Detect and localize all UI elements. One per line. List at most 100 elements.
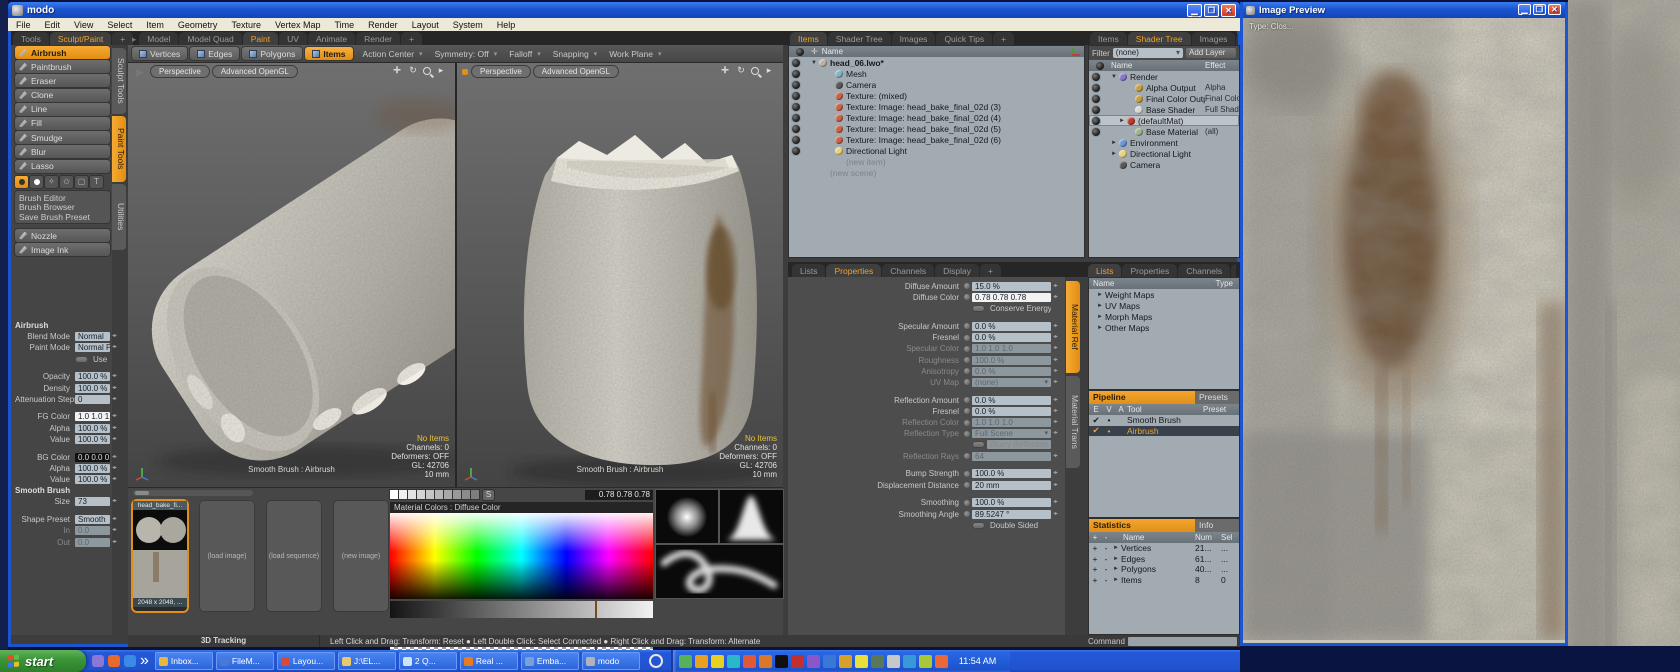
tray-icon[interactable] (743, 655, 756, 668)
load-sequence-cell[interactable]: (load sequence) (267, 501, 321, 611)
stepper-icon[interactable] (112, 395, 119, 404)
property-row[interactable] (788, 491, 1063, 497)
panel-tab[interactable]: Items (1090, 32, 1127, 45)
taskbar-task[interactable]: modo (582, 652, 640, 670)
channel-dot-icon[interactable] (964, 482, 970, 488)
eye-icon[interactable] (792, 147, 800, 155)
property-row[interactable]: Value 100.0 % (15, 434, 110, 445)
expand-arrow-icon[interactable]: ► (1111, 556, 1121, 562)
paint-tool-button[interactable]: Eraser (15, 74, 110, 87)
plus-icon[interactable]: + (1089, 554, 1101, 564)
expand-arrow-icon[interactable]: ► (1097, 314, 1105, 320)
property-row[interactable] (15, 365, 110, 371)
brush-tip-square-icon[interactable]: ▢ (75, 176, 88, 188)
panel-tab[interactable]: Display (935, 264, 979, 277)
layout-tab[interactable]: Model (139, 32, 178, 45)
panel-tab[interactable]: Channels (1178, 264, 1230, 277)
toolbar-dropdown[interactable]: Action Center (357, 47, 429, 60)
tray-icon[interactable] (871, 655, 884, 668)
panel-tab[interactable]: + (993, 32, 1014, 45)
taskbar-task[interactable]: FileM... (216, 652, 274, 670)
load-image-cell[interactable]: (load image) (200, 501, 254, 611)
shader-tree-row[interactable]: Base Shader Full Shading (1089, 104, 1239, 115)
toolbar-dropdown[interactable]: Falloff (503, 47, 547, 60)
taskbar-task[interactable]: J:\EL... (338, 652, 396, 670)
thumb-scrollbar[interactable] (133, 490, 253, 496)
statistics-row[interactable]: + - ► Polygons 40... ... (1089, 564, 1239, 575)
expand-arrow-icon[interactable]: ► (1111, 140, 1119, 146)
menu-item[interactable]: Help (497, 20, 516, 30)
add-layer-button[interactable]: Add Layer (1186, 48, 1236, 58)
statistics-row[interactable]: + - ► Items 8 0 (1089, 575, 1239, 586)
panel-tab[interactable]: Properties (826, 264, 881, 277)
tray-icon[interactable] (679, 655, 692, 668)
renderer-pill[interactable]: Advanced OpenGL (213, 66, 297, 77)
panel-tab[interactable]: Items (790, 32, 827, 45)
selection-mode-button[interactable]: Items (305, 47, 352, 60)
pipeline-row[interactable]: ✔ • Airbrush (1089, 426, 1239, 437)
layout-tab[interactable]: Tools (13, 32, 49, 45)
menu-item[interactable]: Texture (231, 20, 261, 30)
tab-scroll-icon[interactable]: ▸ (129, 34, 139, 45)
pan-icon[interactable]: ✛ (391, 65, 403, 76)
item-tree-row[interactable]: Texture: Image: head_bake_final_02d (6) (789, 134, 1084, 145)
layout-tab[interactable]: Sculpt/Paint (50, 32, 111, 45)
statistics-row[interactable]: + - ► Edges 61... ... (1089, 554, 1239, 565)
shader-tree-row[interactable]: Final Color Output Final Color (1089, 93, 1239, 104)
minus-icon[interactable]: - (1101, 554, 1111, 564)
eye-icon[interactable] (1092, 117, 1100, 125)
tray-icon[interactable] (727, 655, 740, 668)
list-row[interactable]: ►UV Maps (1089, 300, 1239, 311)
property-row[interactable]: Size 73 (15, 497, 110, 508)
brush-falloff-preview[interactable] (720, 490, 783, 543)
tray-icon[interactable] (759, 655, 772, 668)
plus-icon[interactable]: + (1089, 575, 1101, 585)
brush-tip-round[interactable] (15, 176, 28, 188)
paint-tool-button[interactable]: Smudge (15, 131, 110, 144)
toggle-knob[interactable] (75, 356, 88, 363)
color-swatch[interactable] (462, 490, 470, 499)
minus-icon[interactable]: - (1101, 564, 1111, 574)
property-row[interactable]: Reflection Amount 0.0 % (788, 395, 1063, 406)
expand-arrow-icon[interactable]: ► (1111, 545, 1121, 551)
shader-tree-row[interactable]: ►Directional Light (1089, 148, 1239, 159)
sidebar-vtab[interactable]: Paint Tools (112, 116, 126, 182)
brush-link[interactable]: Brush Editor (19, 193, 106, 203)
presets-button[interactable]: Presets (1195, 391, 1239, 404)
color-swatch[interactable] (453, 490, 461, 499)
eye-icon[interactable] (792, 103, 800, 111)
stepper-icon[interactable] (112, 343, 119, 352)
menu-item[interactable]: Layout (412, 20, 439, 30)
paint-tool-button[interactable]: Airbrush (15, 46, 110, 59)
stepper-icon[interactable] (1053, 367, 1060, 376)
expand-arrow-icon[interactable]: ▼ (811, 60, 819, 66)
viewport-corner-icon[interactable]: ▸ (133, 63, 147, 82)
item-tree-row[interactable]: ▼head_06.lwo* (789, 57, 1084, 68)
panel-tab[interactable]: Images (892, 32, 936, 45)
property-row[interactable]: FG Color 1.0 1.0 1.0 (15, 412, 110, 423)
property-row[interactable]: Bump Strength 100.0 % (788, 469, 1063, 480)
list-row[interactable]: ►Morph Maps (1089, 311, 1239, 322)
taskbar-task[interactable]: 2 Q... (399, 652, 457, 670)
menu-item[interactable]: Edit (45, 20, 61, 30)
expand-icon[interactable]: ▸ (435, 65, 447, 76)
property-row[interactable] (15, 405, 110, 411)
stepper-icon[interactable] (112, 332, 119, 341)
property-row[interactable]: Smoothing 100.0 % (788, 498, 1063, 509)
close-button[interactable]: ✕ (1548, 4, 1561, 15)
property-row[interactable]: Specular Color 1.0 1.0 1.0 (788, 344, 1063, 355)
menu-item[interactable]: Render (368, 20, 398, 30)
enabled-check-icon[interactable]: ✔ (1089, 425, 1103, 436)
view-type-pill[interactable]: Perspective (472, 66, 530, 77)
image-thumbnail-selected[interactable]: head_bake_fi... 2048 x 2048, ... (133, 501, 187, 611)
menu-item[interactable]: System (453, 20, 483, 30)
expand-arrow-icon[interactable]: ► (1097, 303, 1105, 309)
property-row[interactable]: Conserve Energy (788, 303, 1063, 314)
stepper-icon[interactable] (112, 453, 119, 462)
value-gradient-bar[interactable] (390, 601, 653, 618)
list-row[interactable]: ►Other Maps (1089, 322, 1239, 333)
property-row[interactable] (788, 462, 1063, 468)
stepper-icon[interactable] (112, 435, 119, 444)
stepper-icon[interactable] (1053, 510, 1060, 519)
panel-tab[interactable]: Shader Tree (1128, 32, 1191, 45)
